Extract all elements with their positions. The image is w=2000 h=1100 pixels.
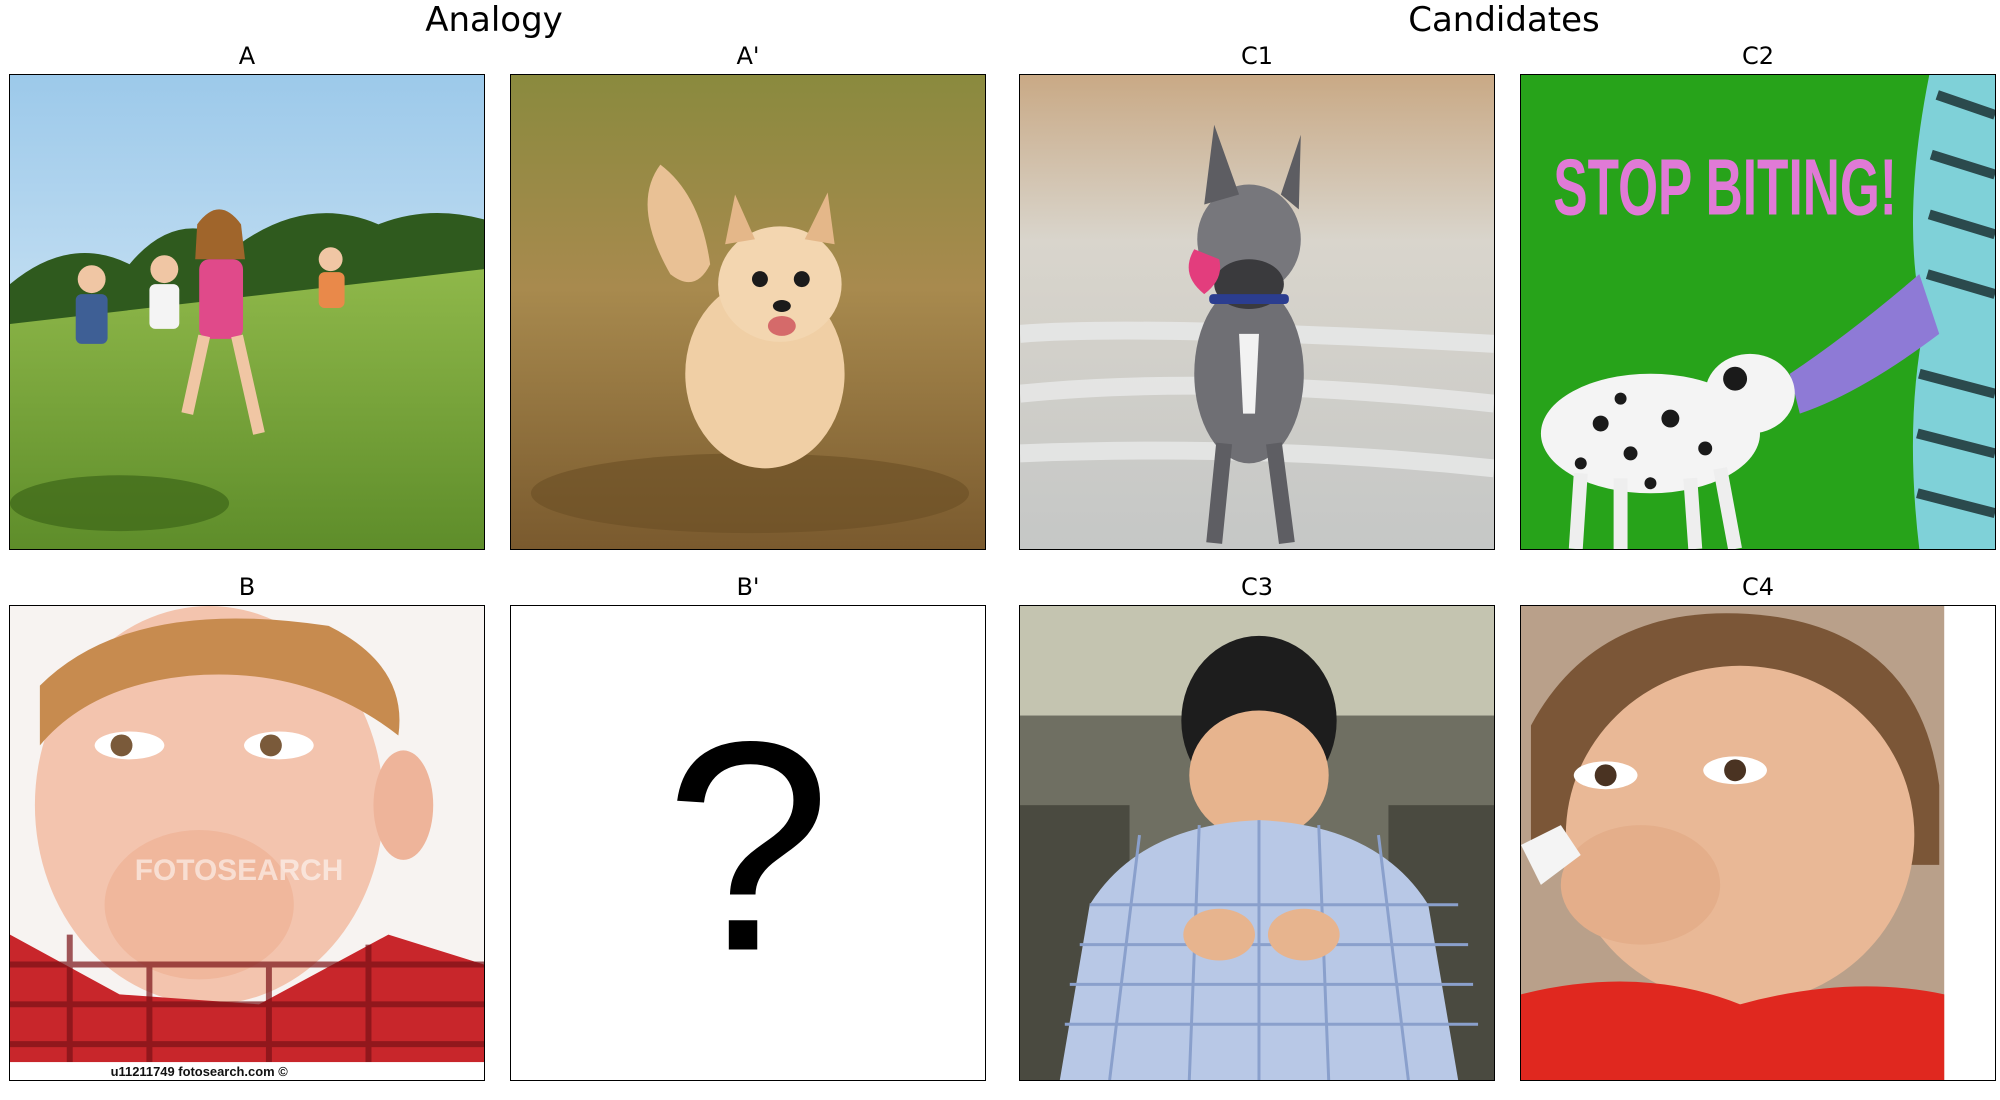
panel-title-c1: C1	[1240, 42, 1274, 70]
image-c2-stop-biting-dalmatian: STOP BITING!	[1520, 74, 1996, 550]
image-c3-boy-buttoning-shirt	[1019, 605, 1495, 1081]
stop-biting-text: STOP BITING!	[1553, 142, 1897, 231]
image-b-prime-unknown: ?	[510, 605, 986, 1081]
candidates-heading: Candidates	[1408, 0, 1600, 40]
panel-title-b-prime: B'	[736, 573, 760, 601]
analogy-heading: Analogy	[425, 0, 563, 40]
image-a-children-running	[9, 74, 485, 550]
panel-title-b: B	[238, 573, 256, 601]
image-b-boy-biting-nails: FOTOSEARCH u11211749 fotosearch.com ©	[9, 605, 485, 1081]
panel-title-c4: C4	[1741, 573, 1775, 601]
panel-title-a: A	[238, 42, 256, 70]
image-a-prime-dog-running	[510, 74, 986, 550]
fotosearch-watermark: FOTOSEARCH	[135, 854, 343, 887]
image-c4-toddler-biting-fingers	[1520, 605, 1996, 1081]
panel-title-c3: C3	[1240, 573, 1274, 601]
fotosearch-caption: u11211749 fotosearch.com ©	[111, 1064, 289, 1079]
question-mark-glyph: ?	[665, 681, 831, 1014]
image-c1-dog-running	[1019, 74, 1495, 550]
panel-title-c2: C2	[1741, 42, 1775, 70]
panel-title-a-prime: A'	[736, 42, 760, 70]
